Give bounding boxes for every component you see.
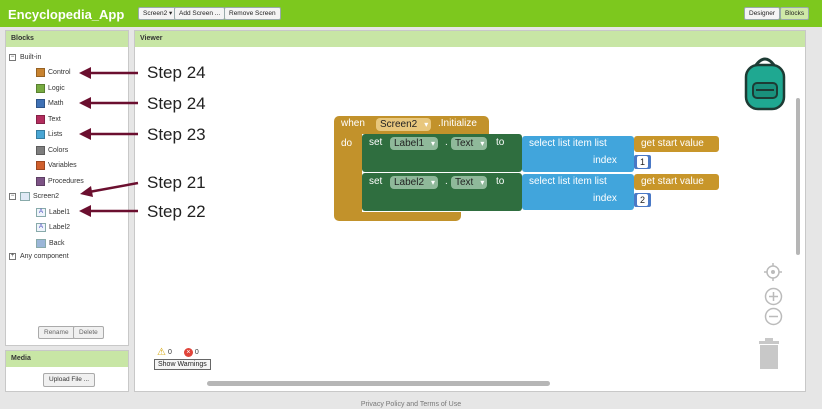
annotation-step-label: Step 23	[147, 125, 206, 144]
annotation-step-label: Step 21	[147, 173, 206, 192]
annotation-step-label: Step 24	[147, 94, 206, 113]
annotation-step-label: Step 24	[147, 63, 206, 82]
arrow-icon	[79, 128, 138, 140]
arrow-icon	[80, 181, 139, 197]
annotation-step-label: Step 22	[147, 202, 206, 221]
privacy-footer-link[interactable]: Privacy Policy and Terms of Use	[0, 401, 822, 408]
annotation-arrows	[79, 67, 139, 217]
arrow-icon	[79, 205, 138, 217]
arrow-icon	[79, 97, 138, 109]
arrow-icon	[79, 67, 138, 79]
